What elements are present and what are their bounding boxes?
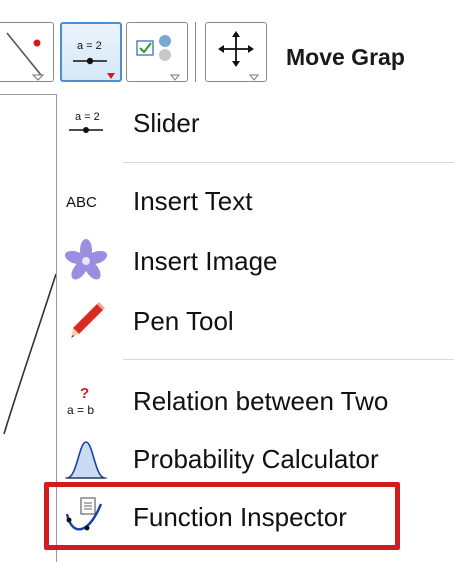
move-graphics-view-tool-button[interactable] [205, 22, 267, 82]
point-on-line-icon [6, 32, 45, 81]
menu-item-insert-text[interactable]: ABC Insert Text [57, 174, 454, 228]
svg-text:a = b: a = b [67, 403, 94, 417]
menu-item-pen-tool[interactable]: Pen Tool [57, 294, 454, 348]
menu-item-probability-calculator[interactable]: Probability Calculator [57, 432, 454, 486]
menu-separator [123, 162, 454, 163]
svg-text:a = 2: a = 2 [77, 40, 102, 52]
slider-icon: a = 2 [63, 100, 109, 146]
slider-icon: a = 2 [73, 40, 115, 79]
menu-separator [123, 359, 454, 360]
menu-item-label: Insert Image [133, 246, 278, 276]
pen-tool-icon [63, 298, 109, 344]
menu-item-label: Slider [133, 108, 200, 138]
toolbar: a = 2 Move Grap [0, 0, 454, 94]
menu-item-insert-image[interactable]: Insert Image [57, 234, 454, 288]
checkbox-show-objects-icon [136, 35, 181, 81]
menu-item-relation[interactable]: ? a = b Relation between Two [57, 374, 454, 428]
slider-tool-button[interactable]: a = 2 [60, 22, 122, 82]
menu-item-label: Probability Calculator [133, 444, 379, 474]
menu-item-label: Pen Tool [133, 306, 234, 336]
insert-text-icon: ABC [63, 178, 109, 224]
active-tool-title: Move Grap [286, 44, 405, 70]
menu-item-label: Insert Text [133, 186, 253, 216]
point-on-object-tool-button[interactable] [0, 22, 54, 82]
highlight-box [44, 482, 400, 550]
svg-text:?: ? [80, 385, 89, 402]
relation-icon: ? a = b [63, 378, 109, 424]
svg-text:a = 2: a = 2 [75, 111, 100, 123]
menu-item-slider[interactable]: a = 2 Slider [57, 96, 454, 150]
insert-image-icon [63, 238, 109, 284]
menu-item-label: Relation between Two [133, 386, 389, 416]
probability-calculator-icon [63, 436, 109, 482]
toolbar-separator [195, 22, 196, 82]
svg-text:ABC: ABC [66, 194, 97, 211]
checkbox-tool-button[interactable] [126, 22, 188, 82]
move-graphics-view-icon [218, 31, 260, 81]
